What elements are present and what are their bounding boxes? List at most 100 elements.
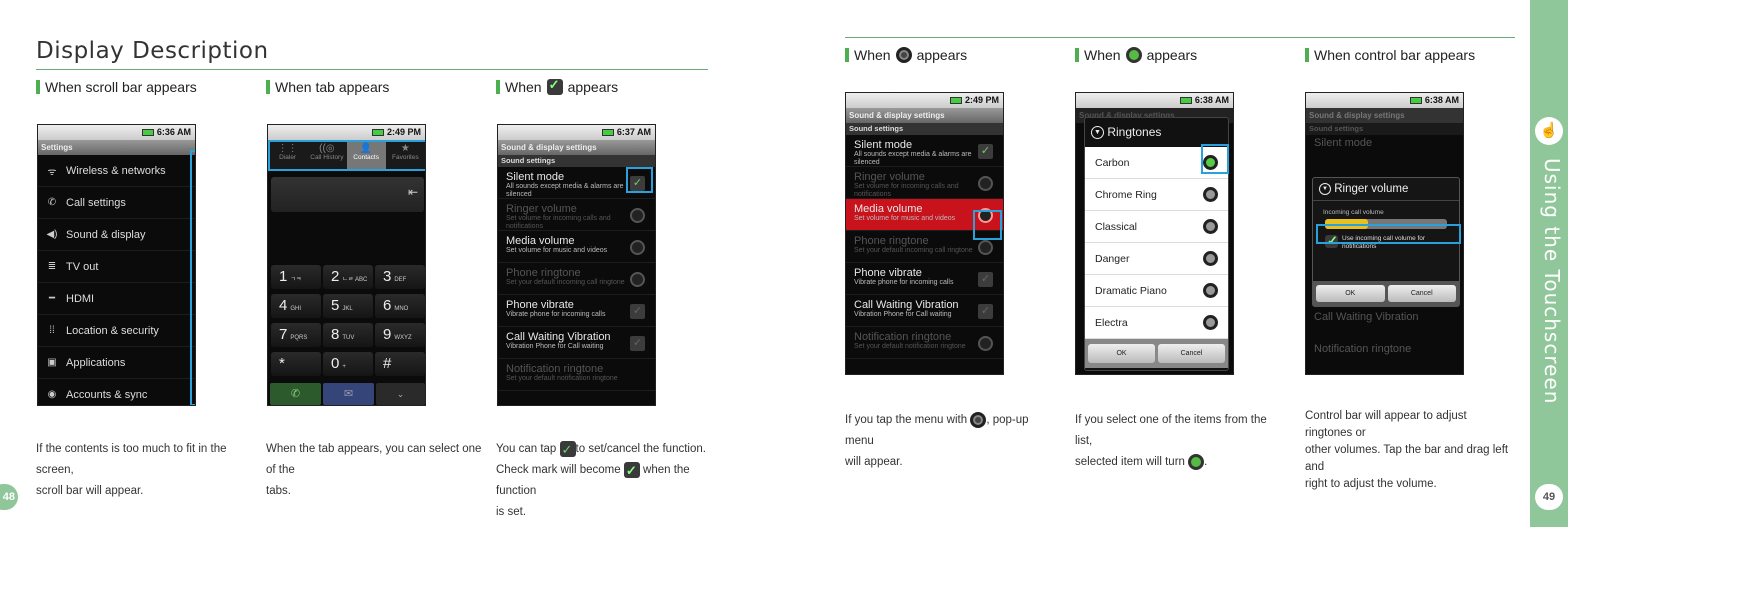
radio-grey-icon xyxy=(895,47,912,63)
setting-row[interactable]: Media volume Set volume for music and vid… xyxy=(498,231,655,263)
ok-button[interactable]: OK xyxy=(1316,285,1385,302)
dialog-title: Ringer volume xyxy=(1334,183,1409,196)
settings-item[interactable]: ▣ Applications xyxy=(38,347,195,379)
heading-text: When xyxy=(854,47,891,63)
sync-icon: ◉ xyxy=(47,389,57,400)
phone-icon: ✆ xyxy=(47,197,57,208)
radio-icon[interactable] xyxy=(978,176,993,191)
page-number-right: 49 xyxy=(1535,484,1563,510)
radio-icon[interactable] xyxy=(1203,283,1218,298)
settings-item-label: HDMI xyxy=(66,292,95,305)
dialog-buttons: OK Cancel xyxy=(1313,281,1459,306)
ringtone-label: Danger xyxy=(1095,253,1130,265)
ringtone-item[interactable]: Danger xyxy=(1085,243,1228,275)
dial-key[interactable]: 4 GHI xyxy=(271,294,321,318)
caption-line: tabs. xyxy=(266,485,291,497)
dropdown-icon: ▼ xyxy=(1091,126,1104,140)
checkbox-icon[interactable]: ✓ xyxy=(978,304,993,319)
scroll-bar-highlight[interactable] xyxy=(190,150,195,405)
dial-key[interactable]: 0 + xyxy=(323,352,373,376)
setting-title: Notification ringtone xyxy=(506,363,604,375)
settings-item[interactable]: ᯤ Wireless & networks xyxy=(38,155,195,187)
radio-icon[interactable] xyxy=(1203,315,1218,330)
selected-radio-highlight xyxy=(1201,144,1229,174)
ringtone-item[interactable]: Electra xyxy=(1085,307,1228,339)
dial-key[interactable]: 1 ㄱㅋ xyxy=(271,265,321,289)
setting-row[interactable]: Call Waiting Vibration Vibration Phone fo… xyxy=(498,327,655,359)
checkbox-icon[interactable]: ✓ xyxy=(978,272,993,287)
ringtone-item[interactable]: Dramatic Piano xyxy=(1085,275,1228,307)
hide-keypad-button[interactable]: ⌄ xyxy=(376,383,425,405)
radio-icon[interactable] xyxy=(1203,251,1218,266)
dial-key[interactable]: # xyxy=(375,352,425,376)
volume-label: Incoming call volume xyxy=(1323,209,1384,217)
status-bar: 2:49 PM xyxy=(268,125,425,140)
key-digit: 9 xyxy=(383,326,392,343)
checkbox-icon[interactable]: ✓ xyxy=(630,336,645,351)
ringtone-item[interactable]: Classical xyxy=(1085,211,1228,243)
key-digit: 5 xyxy=(331,297,340,314)
radio-icon[interactable] xyxy=(978,240,993,255)
settings-item[interactable]: ⁞⁞ Location & security xyxy=(38,315,195,347)
setting-row[interactable]: Call Waiting Vibration Vibration Phone fo… xyxy=(846,295,1003,327)
key-letters: ㄴㄹ ABC xyxy=(342,277,368,283)
key-letters: TUV xyxy=(342,335,355,341)
cancel-button[interactable]: Cancel xyxy=(1387,285,1456,302)
setting-row[interactable]: Notification ringtone Set your default no… xyxy=(498,359,655,391)
call-button[interactable]: ✆ xyxy=(270,383,321,405)
setting-summary: Vibration Phone for Call waiting xyxy=(854,311,952,318)
screen-title: Sound & display settings xyxy=(498,140,655,155)
message-button[interactable]: ✉ xyxy=(323,383,374,405)
radio-icon[interactable] xyxy=(978,336,993,351)
settings-item[interactable]: ≣ TV out xyxy=(38,251,195,283)
caption-text: You can tap xyxy=(496,443,557,455)
settings-item[interactable]: ✆ Call settings xyxy=(38,187,195,219)
dial-key[interactable]: 8 TUV xyxy=(323,323,373,347)
caption-line: scroll bar will appear. xyxy=(36,485,144,497)
dial-key[interactable]: 7 PQRS xyxy=(271,323,321,347)
dial-key[interactable]: 5 JKL xyxy=(323,294,373,318)
dial-key[interactable]: 9 WXYZ xyxy=(375,323,425,347)
backspace-icon[interactable]: ⇤ xyxy=(408,185,418,199)
status-time: 6:38 AM xyxy=(1194,95,1229,105)
checkbox-icon[interactable]: ✓ xyxy=(630,304,645,319)
dial-key[interactable]: * xyxy=(271,352,321,376)
setting-summary: Set your default notification ringtone xyxy=(506,375,618,382)
checkbox-highlight xyxy=(626,167,653,193)
setting-row[interactable]: Phone vibrate Vibrate phone for incoming … xyxy=(498,295,655,327)
number-field[interactable]: ⇤ xyxy=(271,177,424,212)
radio-icon[interactable] xyxy=(630,208,645,223)
cancel-button[interactable]: Cancel xyxy=(1158,344,1225,363)
setting-summary: Set volume for music and videos xyxy=(506,247,608,254)
status-time: 6:37 AM xyxy=(616,127,651,137)
setting-title: Media volume xyxy=(506,235,575,247)
setting-row[interactable]: Phone vibrate Vibrate phone for incoming … xyxy=(846,263,1003,295)
settings-item[interactable]: ◀) Sound & display xyxy=(38,219,195,251)
dial-key[interactable]: 3 DEF xyxy=(375,265,425,289)
dial-key[interactable]: 2 ㄴㄹ ABC xyxy=(323,265,373,289)
section-heading-scroll: When scroll bar appears xyxy=(36,79,197,95)
caption-text: selected item will turn xyxy=(1075,456,1185,468)
setting-summary: Set your default notification ringtone xyxy=(854,343,966,350)
checkbox-checked-icon[interactable]: ✓ xyxy=(978,144,993,159)
key-letters: JKL xyxy=(342,306,353,312)
ringtone-item[interactable]: Chrome Ring xyxy=(1085,179,1228,211)
dial-key[interactable]: 6 MNO xyxy=(375,294,425,318)
screen-title: Settings xyxy=(38,140,195,155)
ringtone-label: Dramatic Piano xyxy=(1095,285,1167,297)
setting-row[interactable]: Silent mode All sounds except media & ala… xyxy=(846,135,1003,167)
heading-text: When xyxy=(1084,47,1121,63)
caption-check: You can tap to set/cancel the function. … xyxy=(496,439,711,523)
settings-item[interactable]: ◉ Accounts & sync xyxy=(38,379,195,405)
ok-button[interactable]: OK xyxy=(1088,344,1155,363)
setting-row[interactable]: Ringer volume Set volume for incoming cal… xyxy=(846,167,1003,199)
settings-item[interactable]: ━ HDMI xyxy=(38,283,195,315)
setting-row[interactable]: Ringer volume Set volume for incoming cal… xyxy=(498,199,655,231)
setting-row[interactable]: Notification ringtone Set your default no… xyxy=(846,327,1003,359)
radio-icon[interactable] xyxy=(630,272,645,287)
setting-row[interactable]: Phone ringtone Set your default incoming … xyxy=(498,263,655,295)
radio-icon[interactable] xyxy=(1203,187,1218,202)
caption-control: Control bar will appear to adjust ringto… xyxy=(1305,408,1515,493)
radio-icon[interactable] xyxy=(630,240,645,255)
radio-icon[interactable] xyxy=(1203,219,1218,234)
